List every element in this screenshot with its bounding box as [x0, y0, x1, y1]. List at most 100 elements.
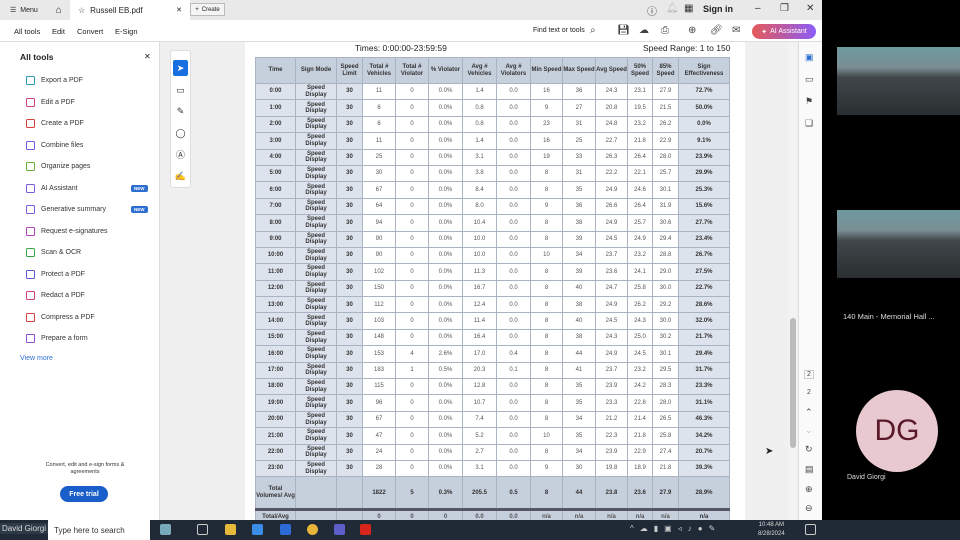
- document-tab[interactable]: ☆ Russell EB.pdf ✕: [70, 0, 190, 20]
- tool-item[interactable]: Prepare a form: [26, 334, 88, 343]
- tool-item[interactable]: Scan & OCR: [26, 248, 81, 257]
- select-tool-icon[interactable]: ➤: [173, 60, 188, 76]
- tool-item[interactable]: Protect a PDF: [26, 269, 85, 279]
- table-cell: 8: [530, 230, 563, 248]
- fit-page-icon[interactable]: ▤: [805, 464, 814, 475]
- table-cell: 0: [395, 263, 429, 281]
- comment-tool-icon[interactable]: ▭: [173, 82, 188, 98]
- minimize-icon[interactable]: –: [755, 3, 761, 14]
- tool-item[interactable]: Create a PDF: [26, 119, 84, 128]
- bell-icon[interactable]: 🔔︎: [666, 3, 679, 14]
- pages-icon[interactable]: ❏: [805, 118, 813, 129]
- lasso-tool-icon[interactable]: ◯: [173, 125, 188, 141]
- home-icon[interactable]: ⌂: [56, 5, 62, 16]
- taskbar-clock[interactable]: 10:48 AM 8/28/2024: [758, 521, 785, 539]
- find-tools[interactable]: Find text or tools: [533, 27, 585, 34]
- search-icon[interactable]: ⌕: [590, 25, 596, 36]
- maximize-icon[interactable]: ❐: [780, 3, 789, 14]
- tool-item[interactable]: Organize pages: [26, 162, 90, 171]
- print-icon[interactable]: ⎙: [661, 25, 669, 36]
- file-explorer-icon[interactable]: [225, 524, 236, 535]
- close-panel-icon[interactable]: ✕: [144, 52, 151, 61]
- zoom-in-icon[interactable]: ⊕: [805, 484, 813, 495]
- table-cell: 0.0%: [428, 312, 463, 330]
- store-icon[interactable]: [252, 524, 263, 535]
- table-cell: 29.4%: [678, 345, 730, 363]
- close-window-icon[interactable]: ✕: [806, 3, 814, 14]
- teams-icon[interactable]: [334, 524, 345, 535]
- table-cell: Speed Display: [295, 361, 337, 380]
- sign-in-button[interactable]: Sign in: [703, 4, 733, 14]
- page-down-icon[interactable]: ⌄: [805, 425, 813, 436]
- ai-assistant-button[interactable]: ✦ AI Assistant: [752, 24, 816, 39]
- table-cell: 24.9: [595, 214, 628, 232]
- system-tray-icons[interactable]: ^☁▮▣◃♪●✎: [630, 524, 721, 533]
- right-rail: ▣ ▭ ⚑ ❏ 2 2 ⌃ ⌄ ↻ ▤ ⊕ ⊖: [798, 42, 822, 520]
- taskbar-user-label: David Giorgi: [0, 523, 49, 534]
- pen-tool-icon[interactable]: ✎: [173, 103, 188, 119]
- ai-panel-icon[interactable]: ▣: [805, 52, 814, 63]
- page-number-input[interactable]: 2: [804, 370, 814, 379]
- column-header: Speed Limit: [336, 57, 363, 84]
- tool-item[interactable]: Generative summary: [26, 205, 106, 214]
- tool-item[interactable]: Export a PDF: [26, 76, 83, 85]
- table-cell: 36: [562, 197, 596, 216]
- table-cell: 0.0%: [428, 328, 463, 347]
- taskbar-search[interactable]: Type here to search: [48, 520, 150, 540]
- menu-button[interactable]: ☰ Menu: [10, 6, 38, 15]
- tool-item[interactable]: AI Assistant: [26, 183, 78, 193]
- tool-icon: [26, 183, 35, 193]
- tool-item[interactable]: Combine files: [26, 140, 83, 150]
- scrollbar[interactable]: [788, 42, 797, 520]
- zoom-out-icon[interactable]: ⊖: [805, 503, 813, 514]
- table-cell: 24.5: [627, 345, 653, 363]
- free-trial-button[interactable]: Free trial: [60, 486, 108, 502]
- help-icon[interactable]: ⓘ: [647, 3, 657, 18]
- table-row: 14:00 Speed Display 30 103 0 0.0% 11.4 0.0 8 40 24…: [255, 312, 730, 330]
- table-cell: 18.9: [627, 459, 653, 478]
- table-cell: 14:00: [255, 312, 296, 330]
- star-icon[interactable]: ☆: [78, 6, 85, 15]
- table-cell: 8: [530, 263, 563, 281]
- scrollbar-thumb[interactable]: [790, 318, 796, 448]
- tab-convert[interactable]: Convert: [77, 27, 103, 36]
- tab-edit[interactable]: Edit: [52, 27, 65, 36]
- email-icon[interactable]: ✉: [732, 25, 740, 36]
- task-view-icon[interactable]: [197, 524, 208, 535]
- table-cell: 30: [336, 246, 363, 265]
- table-cell: 20.8: [595, 99, 628, 117]
- tool-item[interactable]: Compress a PDF: [26, 312, 95, 322]
- table-row: 15:00 Speed Display 30 148 0 0.0% 16.4 0.0 8 38 24…: [255, 328, 730, 347]
- close-tab-icon[interactable]: ✕: [176, 6, 182, 14]
- text-tool-icon[interactable]: Ⓐ: [173, 146, 188, 162]
- refresh-icon[interactable]: ↻: [805, 444, 813, 455]
- notifications-icon[interactable]: [805, 524, 816, 535]
- table-cell: 24.5: [595, 230, 628, 248]
- upload-icon[interactable]: ☁: [639, 25, 649, 36]
- chrome-icon[interactable]: [307, 524, 318, 535]
- outlook-icon[interactable]: [280, 524, 291, 535]
- table-cell: 8.0: [462, 197, 497, 216]
- sign-tool-icon[interactable]: ✍: [173, 168, 188, 184]
- page-up-icon[interactable]: ⌃: [805, 407, 813, 418]
- link-icon[interactable]: 🔗︎: [710, 25, 723, 36]
- share-icon[interactable]: ⊕: [688, 25, 696, 36]
- apps-icon[interactable]: ▦: [684, 3, 693, 14]
- table-cell: 34: [562, 410, 596, 429]
- view-more-link[interactable]: View more: [20, 355, 53, 362]
- table-cell: 0.0%: [428, 197, 463, 216]
- table-cell: 31.9: [652, 197, 679, 216]
- comments-icon[interactable]: ▭: [805, 74, 814, 85]
- table-cell: 22.8: [627, 394, 653, 412]
- save-icon[interactable]: 💾︎: [617, 25, 630, 36]
- table-cell: 30: [336, 230, 363, 248]
- table-cell: 10.0: [462, 246, 497, 265]
- acrobat-icon[interactable]: [360, 524, 371, 535]
- tool-item[interactable]: Redact a PDF: [26, 291, 85, 300]
- table-cell: 0.0: [496, 82, 531, 101]
- bookmark-icon[interactable]: ⚑: [805, 96, 813, 107]
- tab-e-sign[interactable]: E-Sign: [115, 27, 138, 36]
- create-button[interactable]: + Create: [190, 3, 225, 16]
- tool-item[interactable]: Edit a PDF: [26, 97, 75, 107]
- tool-item[interactable]: Request e-signatures: [26, 226, 108, 236]
